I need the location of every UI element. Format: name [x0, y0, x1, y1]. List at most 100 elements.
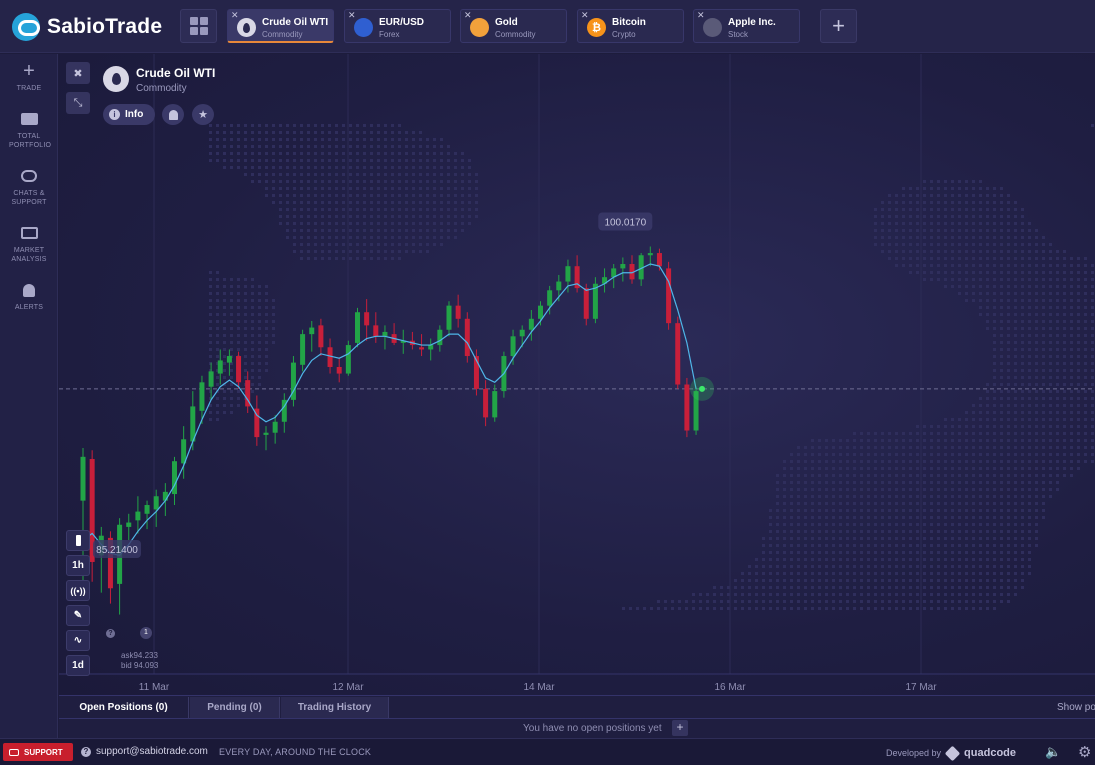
tab-pending[interactable]: Pending (0) [190, 697, 280, 718]
map-dot [426, 208, 429, 211]
close-chart-button[interactable]: ✖ [66, 62, 90, 84]
map-dot [1091, 425, 1094, 428]
tab-open-positions[interactable]: Open Positions (0) [59, 697, 189, 718]
map-dot [916, 229, 919, 232]
map-dot [930, 425, 933, 428]
map-dot [860, 537, 863, 540]
close-icon[interactable]: ✕ [581, 10, 589, 21]
asset-tab-crude-oil[interactable]: ✕ Crude Oil WTI Commodity [227, 9, 334, 43]
map-dot [405, 229, 408, 232]
map-dot [1021, 495, 1024, 498]
sidebar-item-analysis[interactable]: MARKET ANALYSIS [0, 224, 58, 264]
map-dot [713, 600, 716, 603]
map-dot [314, 257, 317, 260]
map-dot [1014, 320, 1017, 323]
map-dot [216, 138, 219, 141]
map-dot [811, 502, 814, 505]
map-dot [1070, 278, 1073, 281]
map-dot [1070, 474, 1073, 477]
indicators-button[interactable]: ∿ [66, 630, 90, 651]
drawing-tool-button[interactable]: ✎ [66, 605, 90, 626]
map-dot [902, 509, 905, 512]
sidebar-item-alerts[interactable]: ALERTS [0, 281, 58, 312]
sidebar-item-chats[interactable]: CHATS & SUPPORT [0, 167, 58, 207]
map-dot [937, 474, 940, 477]
add-position-button[interactable]: + [672, 720, 688, 736]
map-dot [272, 341, 275, 344]
map-dot [1063, 390, 1066, 393]
info-button[interactable]: i Info [103, 104, 155, 125]
help-icon[interactable]: ? [106, 629, 115, 638]
sidebar-item-trade[interactable]: + TRADE [0, 60, 58, 93]
map-dot [356, 124, 359, 127]
sidebar-item-portfolio[interactable]: TOTAL PORTFOLIO [0, 110, 58, 150]
close-icon[interactable]: ✕ [231, 10, 239, 21]
map-dot [804, 509, 807, 512]
map-dot [1014, 341, 1017, 344]
asset-tab-bitcoin[interactable]: ✕ ₿ Bitcoin Crypto [577, 9, 684, 43]
chart-area[interactable]: 11 Mar 12 Mar 14 Mar 16 Mar 17 Mar 100.0170 85… [59, 54, 1095, 695]
map-dot [1014, 446, 1017, 449]
map-dot [874, 579, 877, 582]
favorite-button[interactable]: ★ [192, 104, 214, 125]
map-dot [391, 173, 394, 176]
brand-logo[interactable]: SabioTrade [12, 13, 162, 41]
chat-icon [0, 167, 58, 185]
asset-tab-gold[interactable]: ✕ Gold Commodity [460, 9, 567, 43]
map-dot [958, 586, 961, 589]
map-dot [398, 124, 401, 127]
map-dot [986, 523, 989, 526]
support-email[interactable]: ? support@sabiotrade.com [81, 746, 208, 757]
map-dot [1035, 327, 1038, 330]
speaker-icon[interactable]: 🔈 [1045, 744, 1061, 760]
map-dot [447, 222, 450, 225]
interval-button[interactable]: 1h [66, 555, 90, 576]
map-dot [923, 488, 926, 491]
map-dot [314, 250, 317, 253]
asset-tab-eur-usd[interactable]: ✕ EUR/USD Forex [344, 9, 451, 43]
price-chart[interactable]: 11 Mar 12 Mar 14 Mar 16 Mar 17 Mar100.017085… [59, 54, 1095, 695]
map-dot [209, 418, 212, 421]
map-dot [734, 586, 737, 589]
map-dot [1007, 215, 1010, 218]
close-icon[interactable]: ✕ [348, 10, 356, 21]
signal-button[interactable]: ((•)) [66, 580, 90, 601]
map-dot [930, 558, 933, 561]
asset-tab-apple[interactable]: ✕ Apple Inc. Stock [693, 9, 800, 43]
map-dot [447, 152, 450, 155]
map-dot [930, 460, 933, 463]
add-tab-button[interactable]: + [820, 9, 857, 43]
period-button[interactable]: 1d [66, 655, 90, 676]
gear-icon[interactable]: ⚙ [1078, 743, 1091, 761]
map-dot [1070, 292, 1073, 295]
map-dot [1007, 229, 1010, 232]
map-dot [937, 257, 940, 260]
map-dot [1063, 383, 1066, 386]
chart-type-button[interactable] [66, 530, 90, 551]
tab-trading-history[interactable]: Trading History [281, 697, 389, 718]
map-dot [230, 376, 233, 379]
support-button[interactable]: SUPPORT [3, 743, 73, 761]
close-icon[interactable]: ✕ [697, 10, 705, 21]
map-dot [370, 236, 373, 239]
alert-button[interactable] [162, 104, 184, 125]
show-more-link[interactable]: Show po [1057, 702, 1095, 713]
map-dot [937, 432, 940, 435]
map-dot [314, 138, 317, 141]
minimize-chart-button[interactable]: ⤡ [66, 92, 90, 114]
map-dot [433, 215, 436, 218]
map-dot [468, 215, 471, 218]
map-dot [965, 264, 968, 267]
map-dot [433, 236, 436, 239]
map-dot [1007, 348, 1010, 351]
map-dot [909, 250, 912, 253]
map-dot [783, 495, 786, 498]
map-dot [1014, 299, 1017, 302]
close-icon[interactable]: ✕ [464, 10, 472, 21]
map-dot [923, 446, 926, 449]
layout-grid-button[interactable] [180, 9, 217, 43]
map-dot [1084, 320, 1087, 323]
map-dot [370, 215, 373, 218]
map-dot [902, 187, 905, 190]
map-dot [783, 460, 786, 463]
